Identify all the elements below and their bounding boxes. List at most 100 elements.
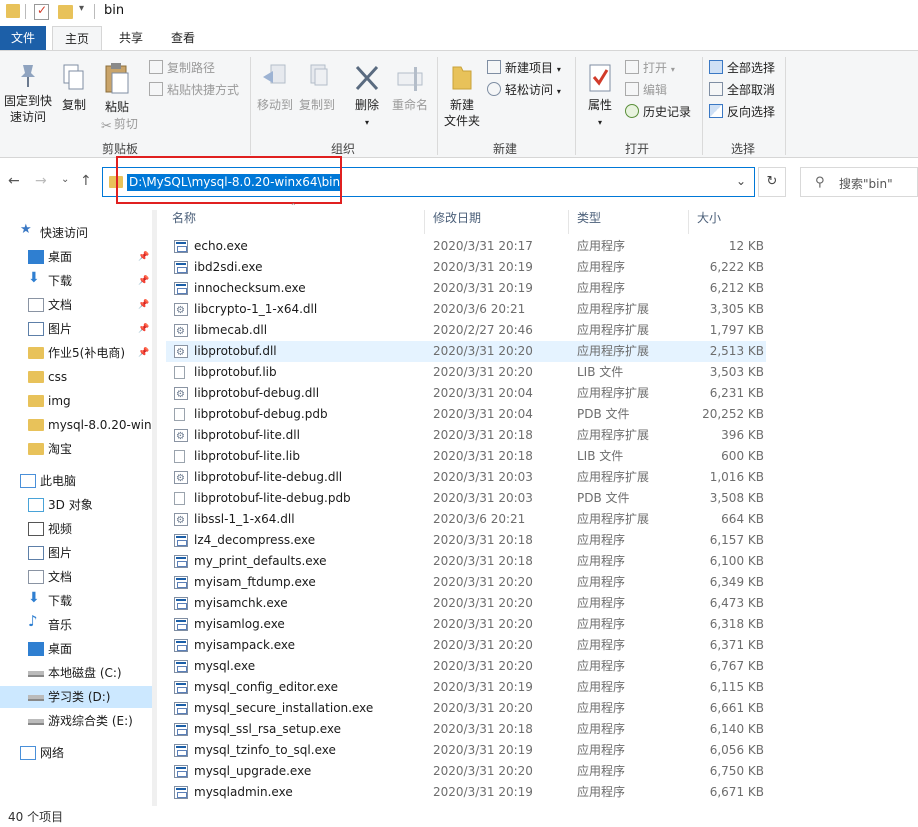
drive-icon [28,719,44,725]
column-divider[interactable] [424,210,425,234]
nav-pane-scrollbar[interactable] [152,210,157,806]
back-arrow-icon[interactable]: ← [8,173,20,189]
nav-item[interactable]: 网络 [0,742,152,764]
invert-selection-button[interactable]: 反向选择 [709,104,775,120]
nav-item[interactable]: css [0,366,152,388]
delete-button[interactable]: 删除 ▾ [350,63,384,131]
copy-icon [63,64,84,90]
cut-button[interactable]: ✂ 剪切 [101,116,138,135]
new-folder-quick-icon[interactable] [58,5,73,19]
window-title: bin [104,3,125,18]
dll-file-icon [174,342,188,363]
tab-file[interactable]: 文件 [0,26,46,50]
file-row[interactable]: myisam_ftdump.exe 2020/3/31 20:20 应用程序 6,34… [166,572,766,593]
nav-item[interactable]: ★ 快速访问 [0,222,152,244]
file-row[interactable]: libmecab.dll 2020/2/27 20:46 应用程序扩展 1,797 K… [166,320,766,342]
paste-button[interactable]: 粘贴 [98,61,136,115]
file-row[interactable]: innochecksum.exe 2020/3/31 20:19 应用程序 6,212… [166,278,766,299]
file-row[interactable]: libprotobuf-debug.pdb 2020/3/31 20:04 PDB … [166,404,766,425]
copy-path-button[interactable]: 复制路径 [149,60,215,76]
tab-home[interactable]: 主页 [52,26,102,51]
file-row[interactable]: lz4_decompress.exe 2020/3/31 20:18 应用程序 6,1… [166,530,766,551]
nav-item[interactable]: 图片 [0,542,152,564]
properties-quick-icon[interactable]: ✓ [34,3,49,20]
nav-item[interactable]: ⬇ 下载 [0,590,152,612]
recent-locations-chevron-icon[interactable]: ⌄ [61,174,69,185]
file-row[interactable]: libprotobuf-lite.lib 2020/3/31 20:18 LIB 文… [166,446,766,467]
new-folder-button[interactable]: 新建 文件夹 [441,63,483,129]
tab-view[interactable]: 查看 [158,26,208,50]
forward-arrow-icon[interactable]: → [35,173,47,189]
nav-item[interactable]: 淘宝 [0,438,152,460]
nav-item[interactable]: 游戏综合类 (E:) [0,710,152,732]
nav-item[interactable]: mysql-8.0.20-winx [0,414,152,436]
customize-quick-access-icon[interactable]: ▾ [79,3,84,14]
nav-item[interactable]: ♪ 音乐 [0,614,152,636]
nav-item[interactable]: 桌面 [0,638,152,660]
nav-item[interactable]: 3D 对象 [0,494,152,516]
file-row[interactable]: libprotobuf.lib 2020/3/31 20:20 LIB 文件 3,50… [166,362,766,383]
copy-to-button[interactable]: 复制到 [297,63,337,113]
file-row[interactable]: myisamchk.exe 2020/3/31 20:20 应用程序 6,473 KB [166,593,766,614]
column-divider[interactable] [568,210,569,234]
select-none-button[interactable]: 全部取消 [709,82,775,98]
refresh-button[interactable]: ↻ [758,167,786,197]
nav-item[interactable]: 文档 📌 [0,294,152,316]
nav-item[interactable]: 图片 📌 [0,318,152,340]
file-row[interactable]: my_print_defaults.exe 2020/3/31 20:18 应用程序… [166,551,766,572]
nav-item[interactable]: 本地磁盘 (C:) [0,662,152,684]
column-header-name[interactable]: 名称 [172,208,196,228]
easy-access-button[interactable]: 轻松访问 ▾ [487,82,561,100]
select-all-button[interactable]: 全部选择 [709,60,775,76]
file-row[interactable]: myisamlog.exe 2020/3/31 20:20 应用程序 6,318 KB [166,614,766,635]
copy-button[interactable]: 复制 [58,63,90,113]
rename-button[interactable]: 重命名 [388,63,432,113]
column-divider[interactable] [688,210,689,234]
file-name: libmecab.dll [194,323,268,337]
column-header-date[interactable]: 修改日期 [433,208,481,228]
nav-item[interactable]: ⬇ 下载 📌 [0,270,152,292]
file-date: 2020/3/31 20:20 [433,617,533,631]
edit-button[interactable]: 编辑 [625,82,667,98]
file-row[interactable]: libcrypto-1_1-x64.dll 2020/3/6 20:21 应用程序扩… [166,299,766,321]
file-row[interactable]: mysql_config_editor.exe 2020/3/31 20:19 应用… [166,677,766,698]
file-type: 应用程序 [577,281,626,295]
column-header-type[interactable]: 类型 [577,208,601,228]
nav-item[interactable]: 视频 [0,518,152,540]
nav-item[interactable]: 此电脑 [0,470,152,492]
folder-icon [6,4,20,18]
file-row[interactable]: libprotobuf.dll 2020/3/31 20:20 应用程序扩展 2,51… [166,341,766,363]
open-button[interactable]: 打开 ▾ [625,60,675,78]
tab-share[interactable]: 共享 [106,26,156,50]
file-row[interactable]: libssl-1_1-x64.dll 2020/3/6 20:21 应用程序扩展 66… [166,509,766,531]
search-box[interactable]: ⚲ 搜索"bin" [800,167,918,197]
new-item-button[interactable]: 新建项目 ▾ [487,60,561,78]
file-row[interactable]: echo.exe 2020/3/31 20:17 应用程序 12 KB [166,236,766,257]
properties-button[interactable]: 属性 ▾ [582,63,618,131]
nav-item[interactable]: 文档 [0,566,152,588]
pin-to-quick-access-button[interactable]: 固定到快 速访问 [2,63,54,125]
column-header-size[interactable]: 大小 [697,208,721,228]
file-row[interactable]: libprotobuf-lite-debug.dll 2020/3/31 20:0… [166,467,766,489]
move-to-button[interactable]: 移动到 [255,63,295,113]
paste-shortcut-button[interactable]: 粘贴快捷方式 [149,82,239,98]
nav-item[interactable]: 学习类 (D:) [0,686,152,708]
file-row[interactable]: mysql_tzinfo_to_sql.exe 2020/3/31 20:19 应用… [166,740,766,761]
file-row[interactable]: libprotobuf-lite-debug.pdb 2020/3/31 20:0… [166,488,766,509]
history-button[interactable]: 历史记录 [625,104,691,120]
file-row[interactable]: mysql_ssl_rsa_setup.exe 2020/3/31 20:18 应用… [166,719,766,740]
file-row[interactable]: mysql.exe 2020/3/31 20:20 应用程序 6,767 KB [166,656,766,677]
file-row[interactable]: libprotobuf-debug.dll 2020/3/31 20:04 应用程序… [166,383,766,405]
nav-item[interactable]: 作业5(补电商) 📌 [0,342,152,364]
file-row[interactable]: libprotobuf-lite.dll 2020/3/31 20:18 应用程序扩… [166,425,766,447]
file-row[interactable]: mysqladmin.exe 2020/3/31 20:19 应用程序 6,671 K… [166,782,766,803]
file-row[interactable]: mysql_upgrade.exe 2020/3/31 20:20 应用程序 6,75… [166,761,766,782]
file-row[interactable]: ibd2sdi.exe 2020/3/31 20:19 应用程序 6,222 KB [166,257,766,278]
nav-item[interactable]: img [0,390,152,412]
file-row[interactable]: mysql_secure_installation.exe 2020/3/31 2… [166,698,766,719]
nav-item[interactable]: 桌面 📌 [0,246,152,268]
file-size: 6,349 KB [709,575,764,589]
up-arrow-icon[interactable]: ↑ [80,173,92,189]
chevron-down-icon[interactable]: ⌄ [736,174,746,188]
file-row[interactable]: myisampack.exe 2020/3/31 20:20 应用程序 6,371 K… [166,635,766,656]
